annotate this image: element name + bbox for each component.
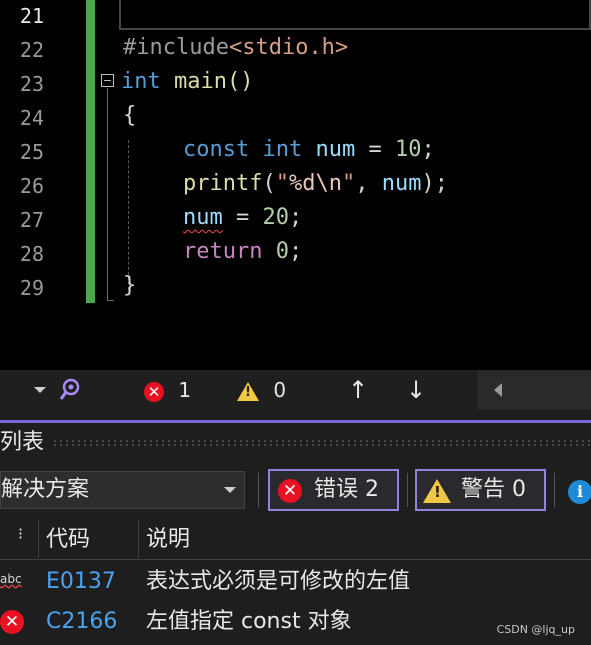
intellisense-error-icon: abc [0, 572, 22, 586]
string-quote: " [341, 171, 356, 196]
format-specifier: %d [288, 171, 316, 196]
keyword: return [183, 239, 263, 264]
column-header-code[interactable]: 代码 [46, 518, 90, 560]
toolbar-divider [554, 473, 555, 507]
scope-label: 解决方案 [1, 477, 90, 502]
code-line-29: } [123, 273, 137, 298]
line-number: 29 [19, 276, 44, 300]
number-literal: 10 [394, 137, 422, 162]
column-header-description[interactable]: 说明 [146, 518, 190, 560]
column-options-icon[interactable]: ⁝ [18, 512, 23, 554]
info-icon[interactable]: i [568, 480, 591, 504]
error-count: 1 [178, 378, 192, 402]
code-line-27: num = 20; [183, 201, 302, 235]
column-separator[interactable] [138, 520, 139, 558]
escape-sequence: \n [315, 171, 342, 196]
table-row[interactable]: abc E0137 表达式必须是可修改的左值 [0, 562, 591, 602]
code-line-25: const int num = 10; [183, 133, 435, 167]
preprocessor-directive: #include [123, 35, 229, 60]
zoom-dropdown[interactable] [0, 370, 50, 410]
line-number: 21 [19, 4, 44, 28]
punctuation: ; [288, 239, 303, 264]
warning-icon: ! [423, 479, 451, 503]
error-table-header: ⁝ 代码 说明 [0, 518, 591, 560]
line-number: 22 [19, 38, 44, 62]
code-line-22: #include<stdio.h> [123, 31, 348, 65]
identifier: num [315, 137, 356, 162]
error-list-header: 列表 [0, 420, 591, 462]
number-literal: 0 [275, 239, 289, 264]
previous-issue-button[interactable]: ↑ [348, 370, 368, 410]
scroll-left-icon[interactable] [494, 383, 502, 397]
function-name: printf [183, 171, 263, 196]
keyword: const [183, 137, 250, 162]
line-number: 24 [19, 106, 44, 130]
panel-title: 列表 [0, 430, 45, 455]
line-number: 26 [19, 174, 44, 198]
line-number: 23 [19, 72, 44, 96]
error-description: 左值指定 const 对象 [146, 609, 352, 634]
error-code[interactable]: E0137 [46, 562, 116, 602]
warning-count: 0 [273, 378, 287, 402]
code-editor[interactable]: 21 22 23 24 25 26 27 28 29 #include<stdi… [0, 0, 591, 370]
toolbar-divider [258, 473, 259, 507]
error-icon: ✕ [144, 381, 164, 402]
warnings-filter-label: 警告 0 [461, 477, 526, 502]
code-line-28: return 0; [183, 235, 302, 269]
chevron-down-icon [34, 387, 46, 393]
intellicode-icon[interactable] [58, 370, 84, 410]
identifier-with-error[interactable]: num [183, 205, 223, 230]
horizontal-scrollbar[interactable] [478, 370, 591, 410]
error-list-toolbar: 解决方案 ✕ 错误 2 ! 警告 0 i [0, 462, 591, 518]
warning-icon: ! [237, 382, 259, 401]
function-name: main() [160, 69, 254, 94]
watermark: CSDN @ljq_up [496, 623, 575, 636]
error-icon: ✕ [278, 479, 302, 503]
operator: = [355, 137, 395, 162]
include-path: <stdio.h> [228, 35, 349, 60]
current-line-highlight [119, 0, 591, 30]
operator: = [222, 205, 263, 230]
punctuation: ); [421, 171, 448, 196]
error-count-indicator[interactable]: ✕ 1 [144, 370, 191, 410]
errors-filter-button[interactable]: ✕ 错误 2 [268, 469, 399, 511]
line-number: 25 [19, 140, 44, 164]
collapse-toggle-icon[interactable] [101, 74, 114, 87]
error-icon: ✕ [0, 610, 24, 634]
error-description: 表达式必须是可修改的左值 [146, 569, 411, 594]
errors-filter-label: 错误 2 [314, 477, 379, 502]
panel-grip[interactable] [52, 439, 591, 447]
scope-dropdown[interactable]: 解决方案 [0, 471, 245, 509]
code-line-24: { [123, 103, 137, 128]
warnings-filter-button[interactable]: ! 警告 0 [415, 469, 546, 511]
table-row[interactable]: ✕ C2166 左值指定 const 对象 [0, 602, 591, 642]
change-indicator-bar [86, 0, 95, 303]
string-quote: " [275, 171, 289, 196]
warning-count-indicator[interactable]: ! 0 [237, 370, 286, 410]
code-line-26: printf("%d\n", num); [183, 167, 448, 201]
keyword: int [262, 137, 303, 162]
identifier: num [381, 171, 422, 196]
column-separator[interactable] [38, 520, 39, 558]
chevron-down-icon [224, 487, 236, 493]
keyword: int [121, 69, 161, 94]
code-line-23: int main() [121, 65, 253, 99]
line-number: 27 [19, 208, 44, 232]
next-issue-button[interactable]: ↓ [406, 370, 426, 410]
punctuation: , [355, 171, 382, 196]
fold-guide-end [107, 300, 114, 301]
punctuation: ( [262, 171, 276, 196]
fold-guide [107, 88, 108, 300]
editor-status-bar: ✕ 1 ! 0 ↑ ↓ [0, 370, 591, 410]
number-literal: 20 [262, 205, 290, 230]
indent-guide [128, 140, 129, 290]
line-number: 28 [19, 242, 44, 266]
punctuation: ; [289, 205, 303, 230]
error-code[interactable]: C2166 [46, 602, 117, 642]
punctuation: ; [421, 137, 435, 162]
toolbar-divider [407, 473, 408, 507]
